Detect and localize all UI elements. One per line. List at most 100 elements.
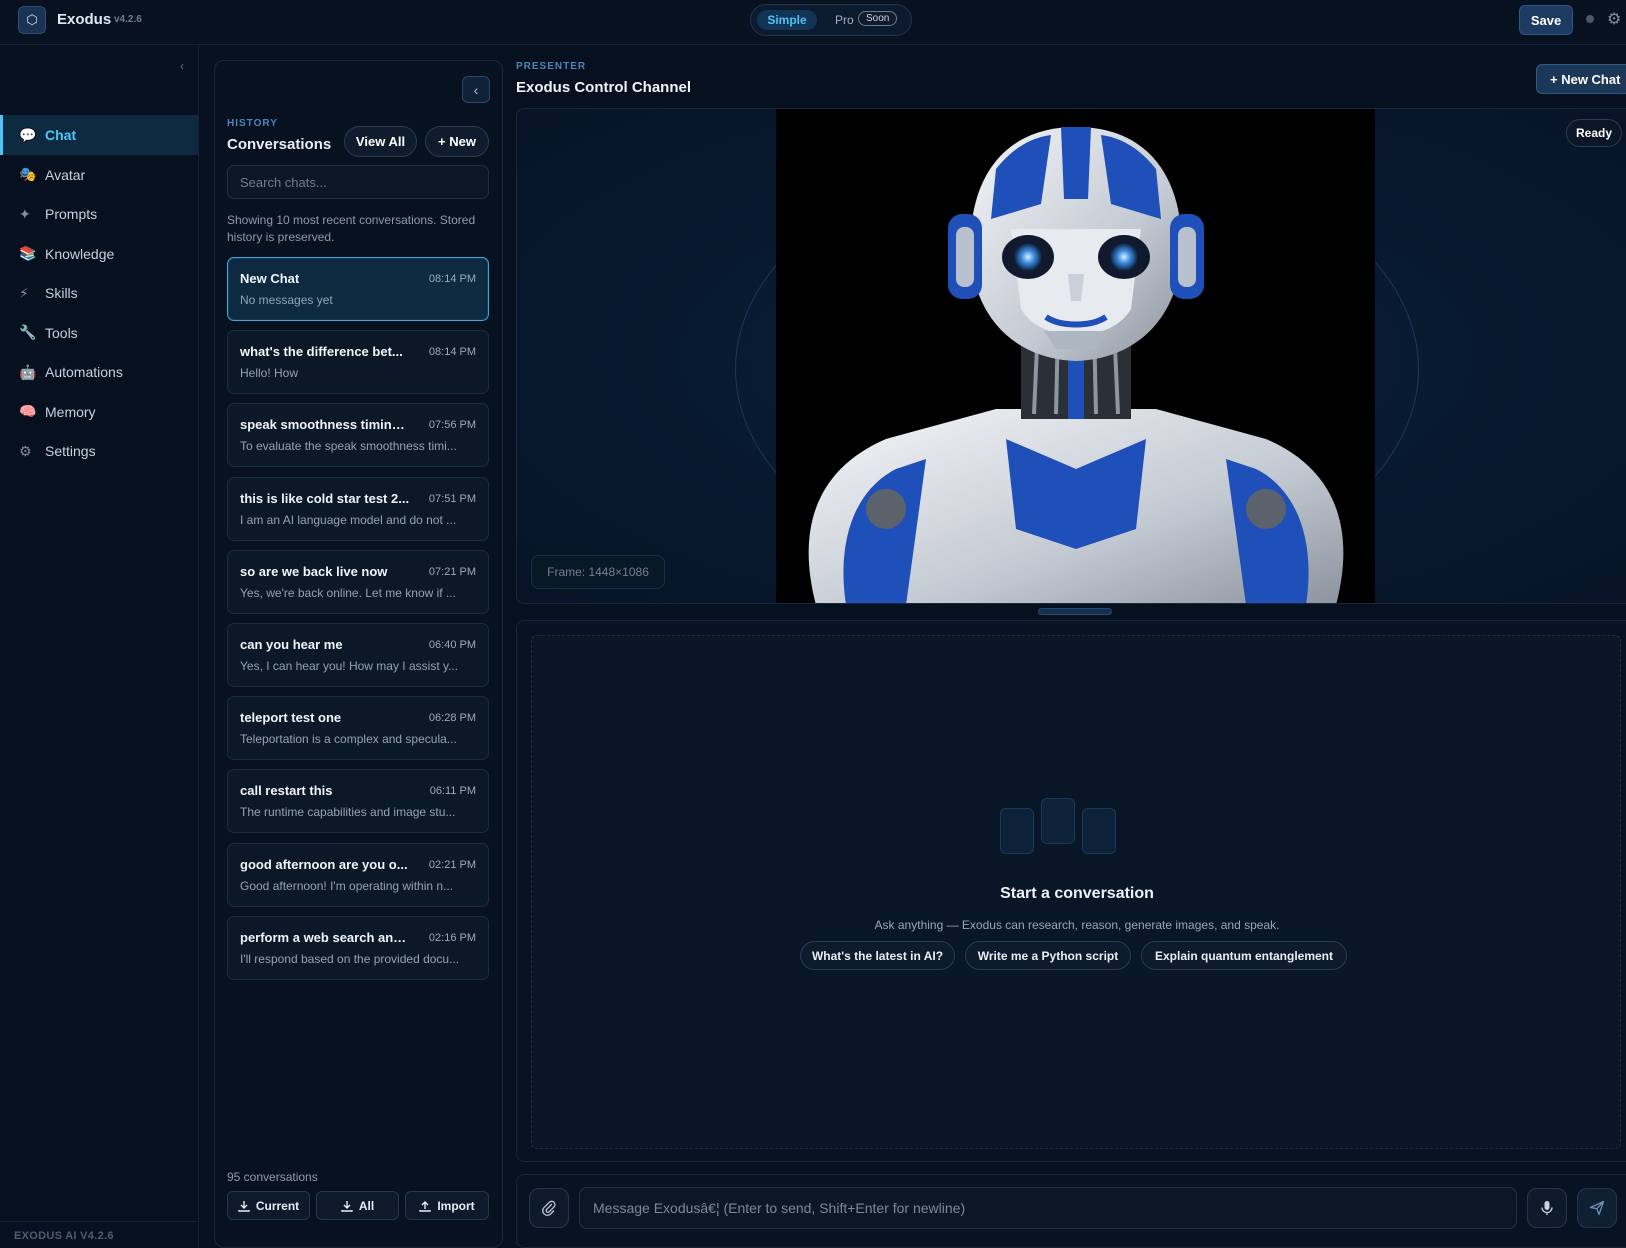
sidebar-item-prompts[interactable]: ✦ Prompts — [0, 194, 198, 234]
send-icon — [1589, 1200, 1605, 1216]
presenter-label: PRESENTER — [516, 61, 587, 72]
conversation-title: teleport test one — [240, 710, 342, 726]
conversation-item[interactable]: can you hear me 06:40 PM Yes, I can hear y… — [227, 623, 489, 687]
sidebar-item-label: Settings — [45, 443, 96, 459]
conversation-time: 06:28 PM — [428, 712, 476, 725]
conversation-time: 06:11 PM — [429, 785, 476, 798]
conversation-item[interactable]: teleport test one 06:28 PM Teleportation i… — [227, 696, 489, 761]
app-logo-icon[interactable]: ⬡ — [18, 6, 46, 34]
microphone-button[interactable] — [1527, 1188, 1567, 1228]
chat-panel: Start a conversation Ask anything — Exod… — [516, 620, 1626, 1162]
suggestion-chip[interactable]: Explain quantum entanglement — [1141, 941, 1347, 970]
search-chats-input[interactable] — [227, 165, 489, 199]
conversation-title: good afternoon are you o... — [240, 856, 408, 872]
conversation-preview: Teleportation is a complex and specula..… — [240, 732, 457, 747]
empty-state-bar-icon — [1000, 808, 1034, 854]
new-chat-button[interactable]: + New Chat — [1536, 64, 1626, 94]
conversation-time: 07:56 PM — [428, 419, 476, 432]
sidebar-item-label: Tools — [45, 324, 78, 341]
panel-resize-handle[interactable] — [1038, 608, 1112, 615]
import-button[interactable]: Import — [405, 1191, 489, 1220]
conversation-preview: Yes, we're back online. Let me know if .… — [240, 585, 456, 600]
robot-avatar-image — [776, 109, 1375, 603]
conversation-time: 07:21 PM — [428, 565, 476, 578]
sidebar-item-label: Prompts — [45, 206, 98, 222]
gear-icon: ⚙ — [19, 442, 32, 459]
chevron-left-icon: ‹ — [473, 81, 479, 98]
robot-icon: 🤖 — [19, 363, 37, 380]
conversation-preview: Hello! How — [240, 366, 299, 381]
app-version: v4.2.6 — [114, 14, 142, 25]
conversation-title: call restart this — [240, 783, 333, 799]
export-current-button[interactable]: Current — [227, 1191, 310, 1220]
sidebar-item-label: Memory — [45, 403, 96, 420]
sidebar-item-settings[interactable]: ⚙ Settings — [0, 431, 198, 471]
history-collapse-button[interactable]: ‹ — [462, 76, 490, 103]
sidebar-item-label: Skills — [45, 285, 78, 301]
conversation-title: what's the difference bet... — [240, 344, 403, 360]
mode-pro-button[interactable]: Pro — [835, 13, 854, 27]
paperclip-icon — [542, 1200, 556, 1216]
sidebar-collapse-icon[interactable]: ‹ — [180, 59, 184, 73]
conversation-time: 08:14 PM — [428, 273, 476, 285]
conversation-item[interactable]: so are we back live now 07:21 PM Yes, we'r… — [227, 549, 489, 614]
conversation-item[interactable]: good afternoon are you o... 02:21 PM Good … — [227, 842, 489, 907]
export-all-label: All — [358, 1198, 375, 1213]
sidebar-item-tools[interactable]: 🔧 Tools — [0, 313, 198, 353]
sidebar-item-label: Chat — [45, 127, 77, 143]
sidebar-item-memory[interactable]: 🧠 Memory — [0, 392, 198, 432]
conversation-item[interactable]: what's the difference bet... 08:14 PM Hell… — [227, 330, 489, 395]
empty-state-subtitle: Ask anything — Exodus can research, reas… — [874, 918, 1280, 932]
view-all-button[interactable]: View All — [344, 126, 417, 157]
export-all-button[interactable]: All — [316, 1191, 399, 1220]
mode-simple-button[interactable]: Simple — [757, 10, 817, 30]
history-title: Conversations — [227, 136, 332, 153]
sidebar-version-footer: EXODUS AI V4.2.6 — [0, 1221, 198, 1248]
sidebar-item-label: Automations — [45, 364, 123, 380]
conversation-item[interactable]: speak smoothness timing... 07:56 PM To eva… — [227, 403, 489, 468]
history-panel: ‹ HISTORY Conversations View All + New S… — [214, 60, 503, 1248]
conversation-title: perform a web search and... — [240, 929, 410, 945]
history-label: HISTORY — [227, 118, 278, 129]
history-note: Showing 10 most recent conversations. St… — [227, 213, 476, 244]
conversation-preview: No messages yet — [240, 293, 333, 307]
save-button[interactable]: Save — [1519, 5, 1573, 35]
attach-button[interactable] — [529, 1188, 569, 1228]
top-bar: ⬡ Exodus v4.2.6 Simple Pro Soon Save ⚙ — [0, 0, 1626, 45]
sidebar-item-skills[interactable]: ⚡ Skills — [0, 273, 198, 313]
conversation-item[interactable]: this is like cold star test 2... 07:51 PM… — [227, 476, 489, 541]
gear-icon[interactable]: ⚙ — [1607, 9, 1621, 29]
conversation-item[interactable]: call restart this 06:11 PM The runtime cap… — [227, 769, 489, 834]
export-current-label: Current — [255, 1198, 300, 1213]
conversation-item[interactable]: New Chat 08:14 PM No messages yet — [227, 257, 489, 321]
conversation-title: speak smoothness timing... — [240, 417, 410, 433]
conversation-title: this is like cold star test 2... — [240, 490, 410, 506]
lightning-icon: ⚡ — [19, 284, 29, 301]
suggestion-chip[interactable]: What's the latest in AI? — [800, 941, 955, 970]
import-label: Import — [437, 1198, 475, 1213]
empty-state-bar-icon — [1041, 798, 1075, 844]
sidebar-item-automations[interactable]: 🤖 Automations — [0, 352, 198, 392]
conversation-time: 02:21 PM — [428, 858, 476, 871]
conversation-item[interactable]: perform a web search and... 02:16 PM I'll … — [227, 915, 489, 980]
send-button[interactable] — [1577, 1188, 1617, 1228]
conversation-time: 02:16 PM — [428, 931, 476, 944]
presenter-stage: Ready Frame: 1448×1086 — [516, 108, 1626, 604]
conversation-preview: Yes, I can hear you! How may I assist y.… — [240, 659, 459, 673]
wrench-icon: 🔧 — [19, 324, 37, 340]
conversation-time: 08:14 PM — [428, 346, 476, 359]
presenter-status-badge: Ready — [1566, 119, 1622, 147]
conversation-time: 07:51 PM — [428, 492, 476, 505]
message-input[interactable] — [579, 1187, 1517, 1229]
app-name: Exodus — [57, 11, 112, 28]
suggestion-chip[interactable]: Write me a Python script — [965, 941, 1131, 970]
conversation-title: so are we back live now — [240, 563, 388, 579]
conversation-title: can you hear me — [240, 637, 343, 652]
sidebar-item-knowledge[interactable]: 📚 Knowledge — [0, 234, 198, 274]
soon-badge: Soon — [858, 11, 898, 26]
conversation-preview: I am an AI language model and do not ... — [240, 512, 457, 527]
sidebar-item-chat[interactable]: 💬 Chat — [0, 115, 198, 155]
sidebar-item-avatar[interactable]: 🎭 Avatar — [0, 155, 198, 195]
new-conversation-button[interactable]: + New — [425, 126, 489, 157]
mode-toggle: Simple Pro Soon — [750, 4, 912, 36]
